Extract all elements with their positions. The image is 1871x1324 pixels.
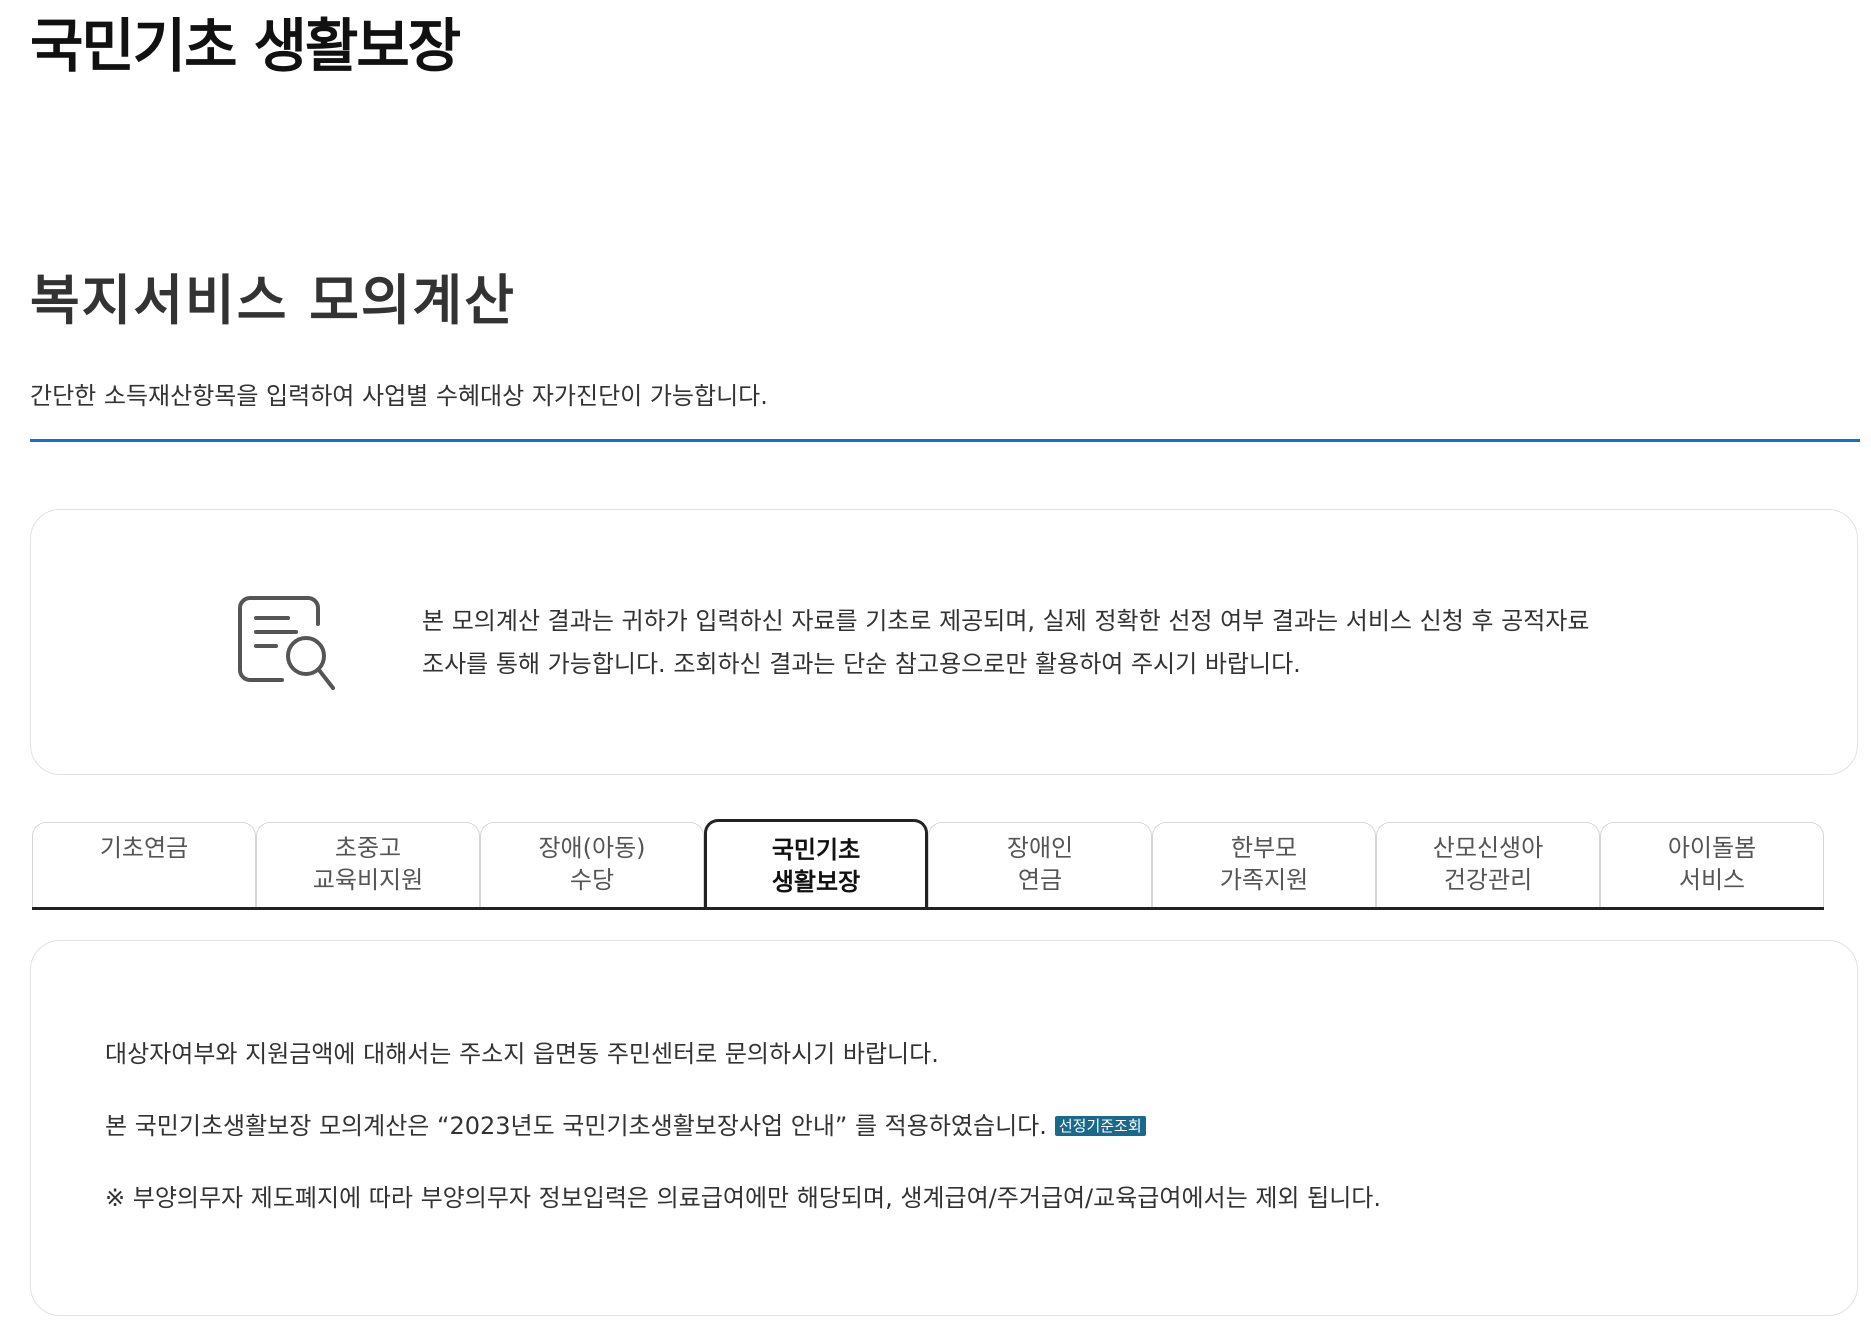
tab-label: 장애인 연금 [1006, 834, 1074, 894]
section-divider [30, 439, 1860, 442]
tab-label: 산모신생아 건강관리 [1432, 834, 1544, 894]
document-search-icon [238, 596, 335, 690]
selection-criteria-button[interactable]: 선정기준조회 [1054, 1116, 1146, 1136]
info-line-standard: 본 국민기초생활보장 모의계산은 “2023년도 국민기초생활보장사업 안내” … [105, 1109, 1146, 1143]
tab-basic-livelihood-security[interactable]: 국민기초 생활보장 [704, 819, 928, 907]
tab-label: 기초연금 [99, 834, 189, 862]
info-line-inquiry: 대상자여부와 지원금액에 대해서는 주소지 읍면동 주민센터로 문의하시기 바랍… [105, 1040, 939, 1068]
notice-text: 본 모의계산 결과는 귀하가 입력하신 자료를 기초로 제공되며, 실제 정확한… [422, 600, 1822, 686]
page: 국민기초 생활보장 복지서비스 모의계산 간단한 소득재산항목을 입력하여 사업… [0, 0, 1871, 1324]
tab-label: 아이돌봄 서비스 [1667, 834, 1757, 894]
tab-label: 초중고 교육비지원 [312, 834, 424, 894]
tab-basic-pension[interactable]: 기초연금 [32, 822, 256, 907]
tab-disabled-child-allowance[interactable]: 장애(아동) 수당 [480, 822, 704, 907]
service-tabs: 기초연금 초중고 교육비지원 장애(아동) 수당 국민기초 생활보장 장애인 연… [32, 819, 1824, 910]
tab-single-parent-support[interactable]: 한부모 가족지원 [1152, 822, 1376, 907]
info-line-obligor: ※ 부양의무자 제도폐지에 따라 부양의무자 정보입력은 의료급여에만 해당되며… [105, 1184, 1381, 1212]
notice-line-2: 조사를 통해 가능합니다. 조회하신 결과는 단순 참고용으로만 활용하여 주시… [422, 650, 1301, 678]
notice-line-1: 본 모의계산 결과는 귀하가 입력하신 자료를 기초로 제공되며, 실제 정확한… [422, 607, 1590, 635]
tab-label: 국민기초 생활보장 [771, 836, 861, 896]
page-title: 국민기초 생활보장 [30, 12, 461, 80]
tab-label: 장애(아동) 수당 [538, 834, 646, 894]
section-description: 간단한 소득재산항목을 입력하여 사업별 수혜대상 자가진단이 가능합니다. [30, 382, 768, 410]
info-line-standard-text: 본 국민기초생활보장 모의계산은 “2023년도 국민기초생활보장사업 안내” … [105, 1112, 1047, 1140]
tab-maternal-newborn-care[interactable]: 산모신생아 건강관리 [1376, 822, 1600, 907]
tab-childcare-service[interactable]: 아이돌봄 서비스 [1600, 822, 1824, 907]
tab-label: 한부모 가족지원 [1219, 834, 1309, 894]
tab-school-education-support[interactable]: 초중고 교육비지원 [256, 822, 480, 907]
section-title: 복지서비스 모의계산 [30, 269, 516, 332]
tab-disability-pension[interactable]: 장애인 연금 [928, 822, 1152, 907]
